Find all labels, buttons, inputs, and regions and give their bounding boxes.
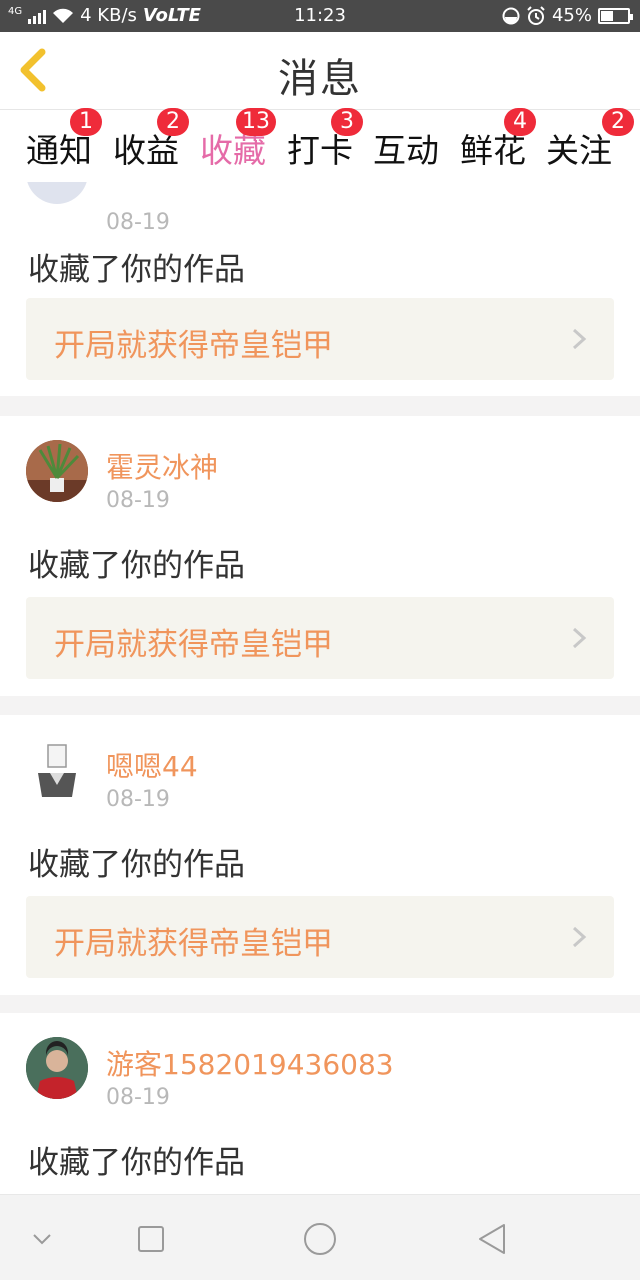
message-list: 08-19 收藏了你的作品 开局就获得帝皇铠甲 霍灵冰神 08-19 收藏了你的… xyxy=(0,182,640,1194)
plant-avatar-icon xyxy=(26,440,88,502)
username[interactable]: 游客1582019436083 xyxy=(106,1043,394,1083)
item-action: 收藏了你的作品 xyxy=(28,252,245,288)
item-action: 收藏了你的作品 xyxy=(28,847,245,883)
work-link[interactable]: 开局就获得帝皇铠甲 xyxy=(26,896,614,978)
tab-label: 收藏 xyxy=(200,131,266,170)
back-triangle-icon[interactable] xyxy=(474,1221,510,1257)
tab-label: 互动 xyxy=(373,131,439,170)
tab-earnings[interactable]: 收益 2 xyxy=(113,108,189,172)
list-item: 霍灵冰神 08-19 收藏了你的作品 开局就获得帝皇铠甲 xyxy=(0,416,640,696)
alarm-icon xyxy=(527,6,545,25)
battery-icon xyxy=(598,8,633,24)
tab-following[interactable]: 关注 2 xyxy=(546,108,634,172)
avatar[interactable] xyxy=(26,1037,88,1099)
tab-badge: 4 xyxy=(504,108,536,136)
chevron-right-icon xyxy=(572,926,587,948)
tab-badge: 2 xyxy=(157,108,189,136)
username[interactable]: 嗯嗯44 xyxy=(106,745,198,785)
item-action: 收藏了你的作品 xyxy=(28,1145,245,1181)
list-item: 游客1582019436083 08-19 收藏了你的作品 xyxy=(0,1013,640,1194)
item-date: 08-19 xyxy=(106,210,170,235)
avatar[interactable] xyxy=(26,739,88,801)
tab-badge: 2 xyxy=(602,108,634,136)
tab-interaction[interactable]: 互动 xyxy=(373,124,439,172)
data-saver-icon xyxy=(502,7,520,25)
tab-label: 关注 xyxy=(546,131,612,170)
tab-favorites[interactable]: 收藏 13 xyxy=(200,108,276,188)
work-title: 开局就获得帝皇铠甲 xyxy=(54,627,333,663)
tab-badge: 3 xyxy=(331,108,363,136)
tab-badge: 1 xyxy=(70,108,102,136)
item-date: 08-19 xyxy=(106,1085,170,1110)
item-date: 08-19 xyxy=(106,488,170,513)
tab-label: 收益 xyxy=(113,131,179,170)
home-circle-icon[interactable] xyxy=(302,1221,338,1257)
item-action: 收藏了你的作品 xyxy=(28,548,245,584)
battery-percent: 45% xyxy=(551,5,592,26)
list-item: 08-19 收藏了你的作品 开局就获得帝皇铠甲 xyxy=(0,182,640,396)
person-avatar-icon xyxy=(26,1037,88,1099)
tab-label: 打卡 xyxy=(287,131,353,170)
tab-badge: 13 xyxy=(236,108,276,136)
avatar[interactable] xyxy=(26,440,88,502)
avatar[interactable] xyxy=(26,182,88,204)
system-nav-bar xyxy=(0,1194,640,1280)
tab-notifications[interactable]: 通知 1 xyxy=(26,108,102,172)
robot-avatar-icon xyxy=(26,739,88,801)
status-right: 45% xyxy=(502,0,633,32)
chevron-down-icon[interactable] xyxy=(24,1221,60,1257)
work-title: 开局就获得帝皇铠甲 xyxy=(54,328,333,364)
tab-bar: 通知 1 收益 2 收藏 13 打卡 3 互动 鲜花 4 关注 2 xyxy=(0,108,640,188)
tab-checkin[interactable]: 打卡 3 xyxy=(287,108,363,172)
recents-square-icon[interactable] xyxy=(133,1221,169,1257)
chevron-right-icon xyxy=(572,627,587,649)
chevron-right-icon xyxy=(572,328,587,350)
page-title: 消息 xyxy=(278,56,362,102)
status-bar: 4G 4 KB/s VoLTE 11:23 45% xyxy=(0,0,640,32)
work-title: 开局就获得帝皇铠甲 xyxy=(54,926,333,962)
header: 消息 xyxy=(0,32,640,110)
tab-label: 鲜花 xyxy=(460,131,526,170)
tab-label: 通知 xyxy=(26,131,92,170)
item-date: 08-19 xyxy=(106,787,170,812)
list-item: 嗯嗯44 08-19 收藏了你的作品 开局就获得帝皇铠甲 xyxy=(0,715,640,995)
username[interactable]: 霍灵冰神 xyxy=(106,446,218,486)
tab-flowers[interactable]: 鲜花 4 xyxy=(460,108,536,172)
work-link[interactable]: 开局就获得帝皇铠甲 xyxy=(26,298,614,380)
work-link[interactable]: 开局就获得帝皇铠甲 xyxy=(26,597,614,679)
